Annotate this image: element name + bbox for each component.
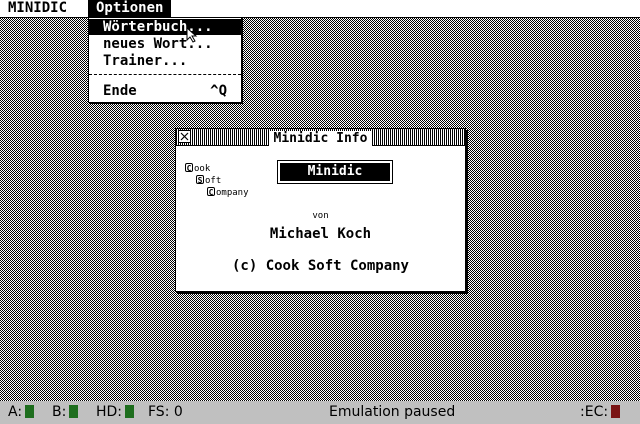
menu-item-neues-wort[interactable]: neues Wort...: [89, 36, 241, 52]
title-bar[interactable]: Minidic Info: [176, 129, 465, 146]
menu-item-woerterbuch[interactable]: Wörterbuch...: [89, 19, 241, 35]
logo-line-soft: Soft: [196, 175, 221, 187]
drive-b-label: B:: [52, 404, 67, 420]
copyright-text: (c) Cook Soft Company: [231, 258, 409, 274]
ec-led: [611, 405, 621, 418]
logo-letter: C: [207, 187, 215, 197]
menu-item-label: Ende: [103, 83, 137, 99]
logo-letter: S: [196, 175, 204, 185]
window-title: Minidic Info: [268, 131, 373, 146]
logo-line-company: Company: [207, 187, 249, 199]
hd-indicator: HD:: [96, 401, 135, 424]
ec-indicator: :EC:: [580, 401, 621, 424]
fs-label: FS:: [148, 404, 170, 420]
logo-word: ook: [194, 164, 211, 174]
drive-a-led: [25, 405, 35, 418]
logo-letter: C: [185, 163, 193, 173]
info-dialog: Minidic Info Cook Soft Company Minidic v…: [175, 128, 466, 292]
hd-label: HD:: [96, 404, 123, 420]
menu-item-label: Trainer...: [103, 53, 188, 69]
logo-word: ompany: [216, 188, 249, 198]
drive-b-indicator: B:: [52, 401, 79, 424]
menu-minidic[interactable]: MINIDIC: [0, 0, 75, 17]
ec-label: :EC:: [580, 404, 609, 420]
app-name-box: Minidic: [277, 160, 393, 184]
logo-line-cook: Cook: [185, 163, 210, 175]
by-label: von: [312, 211, 329, 221]
menu-item-ende[interactable]: Ende ^Q: [89, 83, 241, 99]
fs-value: 0: [173, 404, 183, 420]
menu-optionen[interactable]: Optionen: [88, 0, 172, 17]
author-name: Michael Koch: [269, 226, 372, 242]
options-dropdown: Wörterbuch... neues Wort... Trainer... E…: [88, 17, 242, 103]
logo-word: oft: [205, 176, 222, 186]
drive-a-label: A:: [8, 404, 23, 420]
menu-item-shortcut: ^Q: [210, 83, 227, 99]
mouse-pointer-icon: [186, 27, 198, 43]
fs-indicator: FS: 0: [148, 401, 183, 424]
menu-separator: [89, 74, 241, 75]
hd-led: [125, 405, 135, 418]
menu-bar: MINIDIC Optionen: [0, 0, 640, 18]
drive-b-led: [69, 405, 79, 418]
drive-a-indicator: A:: [8, 401, 35, 424]
menu-item-trainer[interactable]: Trainer...: [89, 53, 241, 69]
emulation-status: Emulation paused: [329, 404, 456, 420]
status-bar: A: B: HD: FS: 0 Emulation paused :EC:: [0, 401, 640, 424]
